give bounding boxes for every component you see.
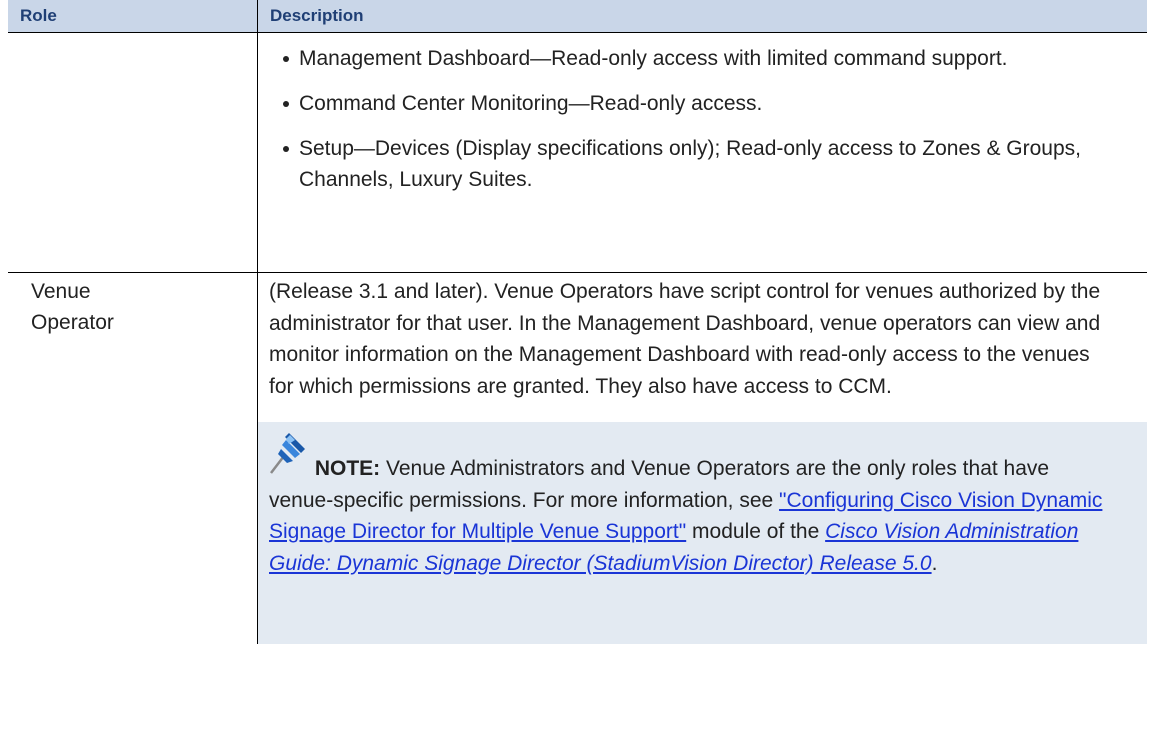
pushpin-icon [265, 431, 309, 477]
header-description: Description [257, 0, 1147, 33]
list-item-text: Management Dashboard—Read-only access wi… [299, 47, 1008, 70]
note-label: NOTE: [314, 457, 381, 480]
bullet-icon [283, 56, 289, 62]
list-item: Management Dashboard—Read-only access wi… [283, 43, 1147, 74]
note-text-end: . [931, 551, 938, 575]
role-cell [8, 32, 258, 273]
role-cell: Venue Operator [8, 272, 258, 644]
list-item-text: Command Center Monitoring—Read-only acce… [299, 92, 763, 115]
list-item: Setup—Devices (Display specifications on… [283, 133, 1147, 195]
header-role: Role [8, 0, 258, 33]
permission-list: Management Dashboard—Read-only access wi… [258, 33, 1147, 195]
bullet-icon [283, 101, 289, 107]
roles-table: Role Description Management Dashboard—Re… [8, 0, 1147, 644]
bullet-icon [283, 146, 289, 152]
note-box: NOTE: Venue Administrators and Venue Ope… [258, 422, 1147, 644]
role-name: Venue Operator [31, 280, 114, 334]
list-item-text: Setup—Devices (Display specifications on… [299, 137, 1082, 191]
description-cell: (Release 3.1 and later). Venue Operators… [258, 273, 1147, 644]
list-item: Command Center Monitoring—Read-only acce… [283, 88, 1147, 119]
note-text-mid: module of the [686, 520, 826, 543]
table-row: Venue Operator (Release 3.1 and later). … [8, 272, 1147, 644]
table-row: Management Dashboard—Read-only access wi… [8, 32, 1147, 273]
table-header-row: Role Description [8, 0, 1147, 33]
description-cell: Management Dashboard—Read-only access wi… [257, 32, 1147, 273]
role-description: (Release 3.1 and later). Venue Operators… [269, 280, 1101, 398]
